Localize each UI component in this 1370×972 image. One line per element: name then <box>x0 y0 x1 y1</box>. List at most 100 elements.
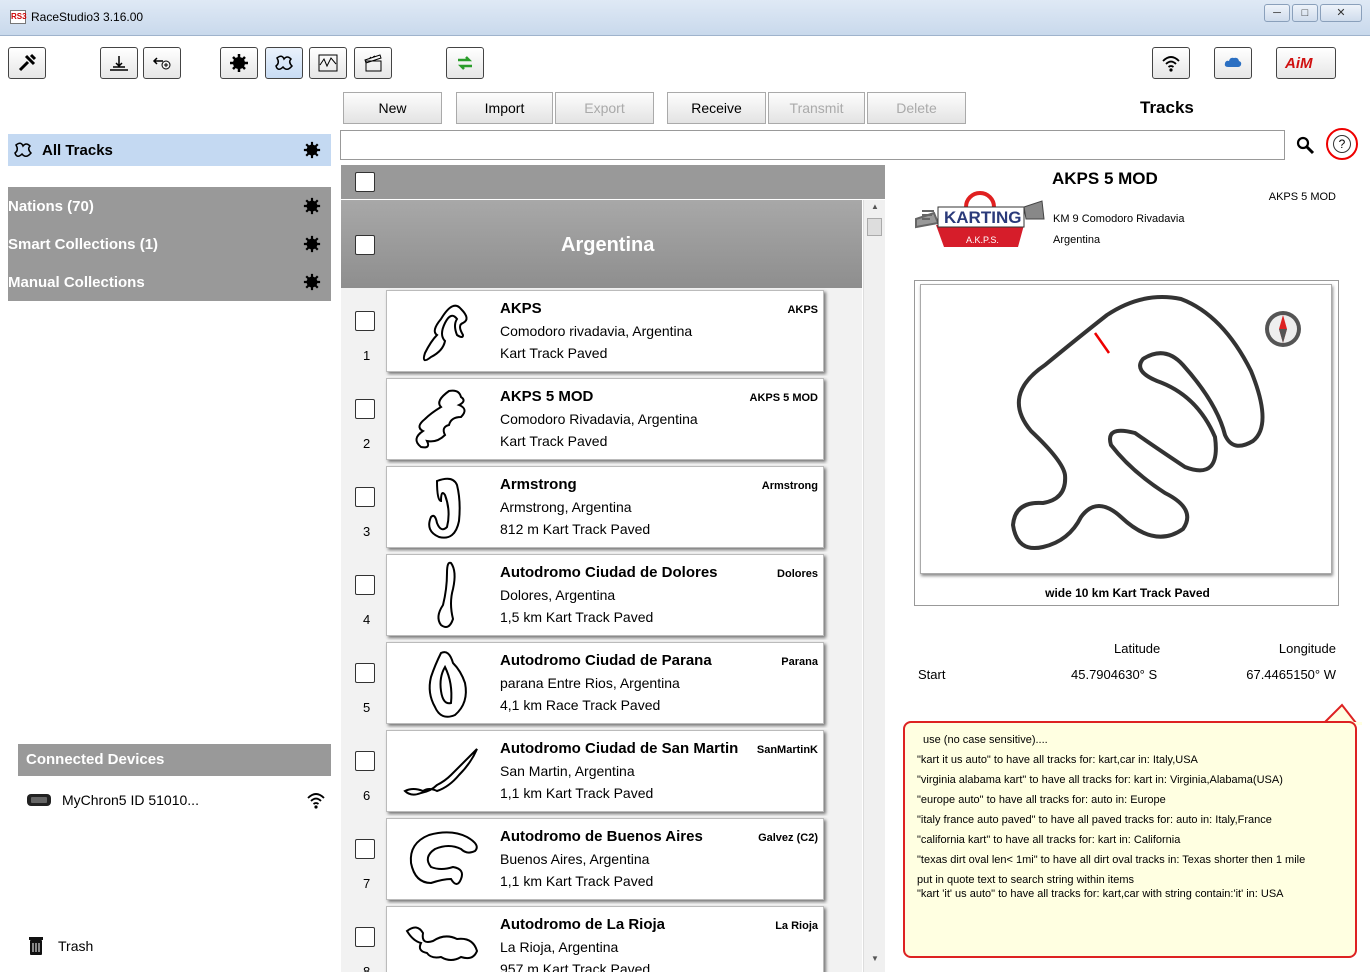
sidebar-item-trash[interactable]: Trash <box>28 936 93 956</box>
sidebar-item-all-tracks[interactable]: All Tracks <box>8 134 331 166</box>
add-device-icon[interactable] <box>143 47 181 79</box>
track-checkbox[interactable] <box>355 399 375 419</box>
track-card[interactable]: AKPS 5 MOD AKPS 5 MOD Comodoro Rivadavia… <box>386 378 824 460</box>
track-description: 957 m Kart Track Paved <box>500 961 651 972</box>
gear-icon[interactable] <box>303 141 321 159</box>
track-icon[interactable] <box>265 47 303 79</box>
track-map <box>405 926 479 961</box>
list-item[interactable]: 7 Autodromo de Buenos Aires Galvez (C2) … <box>341 816 862 904</box>
wifi-icon[interactable] <box>1152 47 1190 79</box>
minimize-button[interactable]: ─ <box>1264 4 1290 22</box>
aim-logo[interactable]: AiM <box>1276 47 1336 79</box>
transmit-button[interactable]: Transmit <box>768 92 865 124</box>
list-item[interactable]: 6 Autodromo Ciudad de San Martin SanMart… <box>341 728 862 816</box>
country-checkbox[interactable] <box>355 235 375 255</box>
list-item[interactable]: 5 Autodromo Ciudad de Parana Parana para… <box>341 640 862 728</box>
list-item[interactable]: 2 AKPS 5 MOD AKPS 5 MOD Comodoro Rivadav… <box>341 376 862 464</box>
gear-icon[interactable] <box>303 197 321 215</box>
latitude-label: Latitude <box>1114 641 1161 656</box>
track-location: La Rioja, Argentina <box>500 939 619 955</box>
delete-button[interactable]: Delete <box>867 92 966 124</box>
tooltip-line: put in quote text to search string withi… <box>917 874 1135 886</box>
sidebar-item-smart-collections[interactable]: Smart Collections (1) <box>8 225 331 263</box>
track-name: Autodromo Ciudad de Parana <box>500 652 712 669</box>
scroll-thumb[interactable] <box>867 218 882 236</box>
wifi-icon <box>307 793 325 809</box>
search-help-tooltip: use (no case sensitive).... "kart it us … <box>903 721 1357 958</box>
track-checkbox[interactable] <box>355 311 375 331</box>
select-all-checkbox[interactable] <box>355 172 375 192</box>
list-header <box>341 165 885 199</box>
new-button[interactable]: New <box>343 92 442 124</box>
track-card[interactable]: Autodromo de La Rioja La Rioja La Rioja,… <box>386 906 824 972</box>
track-location: San Martin, Argentina <box>500 763 635 779</box>
track-short-name: Armstrong <box>761 480 818 492</box>
track-name: AKPS 5 MOD <box>500 388 594 405</box>
search-icon[interactable] <box>1294 134 1316 156</box>
country-header: Argentina <box>341 200 862 288</box>
track-card[interactable]: Autodromo Ciudad de San Martin SanMartin… <box>386 730 824 812</box>
close-button[interactable]: ✕ <box>1320 4 1362 22</box>
list-item[interactable]: 1 AKPS AKPS Comodoro rivadavia, Argentin… <box>341 288 862 376</box>
start-label: Start <box>918 667 946 682</box>
track-short-name: Galvez (C2) <box>758 832 818 844</box>
track-short-name: La Rioja <box>775 920 818 932</box>
logo-text: KARTING <box>944 208 1021 227</box>
track-map <box>422 304 468 362</box>
wrench-icon[interactable] <box>8 47 46 79</box>
sidebar-item-label: All Tracks <box>42 141 113 159</box>
track-map <box>415 389 466 449</box>
chart-icon[interactable] <box>309 47 347 79</box>
track-location: Buenos Aires, Argentina <box>500 851 650 867</box>
track-number: 2 <box>363 436 371 451</box>
tooltip-line: use (no case sensitive).... <box>923 734 1048 746</box>
track-card[interactable]: Autodromo Ciudad de Dolores Dolores Dolo… <box>386 554 824 636</box>
track-checkbox[interactable] <box>355 927 375 947</box>
detail-address: KM 9 Comodoro Rivadavia Argentina <box>1053 209 1184 251</box>
list-item[interactable]: 4 Autodromo Ciudad de Dolores Dolores Do… <box>341 552 862 640</box>
track-description: 4,1 km Race Track Paved <box>500 697 661 713</box>
import-button[interactable]: Import <box>456 92 553 124</box>
track-checkbox[interactable] <box>355 839 375 859</box>
search-input[interactable] <box>340 130 1285 160</box>
device-item[interactable]: MyChron5 ID 51010... <box>26 788 331 812</box>
track-checkbox[interactable] <box>355 663 375 683</box>
gear-icon[interactable] <box>303 273 321 291</box>
cloud-icon[interactable] <box>1214 47 1252 79</box>
track-map-view[interactable] <box>920 284 1332 574</box>
track-card[interactable]: Autodromo de Buenos Aires Galvez (C2) Bu… <box>386 818 824 900</box>
scroll-up-icon[interactable]: ▲ <box>868 202 882 216</box>
sidebar-item-manual-collections[interactable]: Manual Collections <box>8 263 331 301</box>
track-checkbox[interactable] <box>355 487 375 507</box>
track-card[interactable]: AKPS AKPS Comodoro rivadavia, Argentina … <box>386 290 824 372</box>
list-item[interactable]: 3 Armstrong Armstrong Armstrong, Argenti… <box>341 464 862 552</box>
track-card[interactable]: Armstrong Armstrong Armstrong, Argentina… <box>386 466 824 548</box>
export-button[interactable]: Export <box>555 92 654 124</box>
start-latitude: 45.7904630° S <box>1071 667 1158 682</box>
track-map-box: wide 10 km Kart Track Paved <box>914 280 1339 606</box>
help-button[interactable]: ? <box>1326 128 1358 160</box>
scroll-down-icon[interactable]: ▼ <box>868 954 882 968</box>
list-item[interactable]: 8 Autodromo de La Rioja La Rioja La Rioj… <box>341 904 862 972</box>
data-download-icon[interactable] <box>100 47 138 79</box>
country-name: Argentina <box>561 234 655 256</box>
clapper-icon[interactable] <box>354 47 392 79</box>
longitude-label: Longitude <box>1278 641 1336 656</box>
detail-track-name: AKPS 5 MOD <box>1052 169 1158 188</box>
track-name: Autodromo Ciudad de San Martin <box>500 740 739 757</box>
track-short-name: AKPS 5 MOD <box>749 392 818 404</box>
track-checkbox[interactable] <box>355 751 375 771</box>
window-title: RaceStudio3 3.16.00 <box>31 10 144 24</box>
receive-button[interactable]: Receive <box>667 92 766 124</box>
list-scrollbar[interactable]: ▲ ▼ <box>863 200 885 972</box>
device-icon <box>27 794 51 806</box>
track-card[interactable]: Autodromo Ciudad de Parana Parana parana… <box>386 642 824 724</box>
transfer-icon[interactable] <box>446 47 484 79</box>
track-checkbox[interactable] <box>355 575 375 595</box>
engine-gear-icon[interactable] <box>220 47 258 79</box>
trash-label: Trash <box>58 938 94 954</box>
maximize-button[interactable]: □ <box>1292 4 1318 22</box>
track-description: Kart Track Paved <box>500 345 608 361</box>
gear-icon[interactable] <box>303 235 321 253</box>
sidebar-item-nations[interactable]: Nations (70) <box>8 187 331 225</box>
